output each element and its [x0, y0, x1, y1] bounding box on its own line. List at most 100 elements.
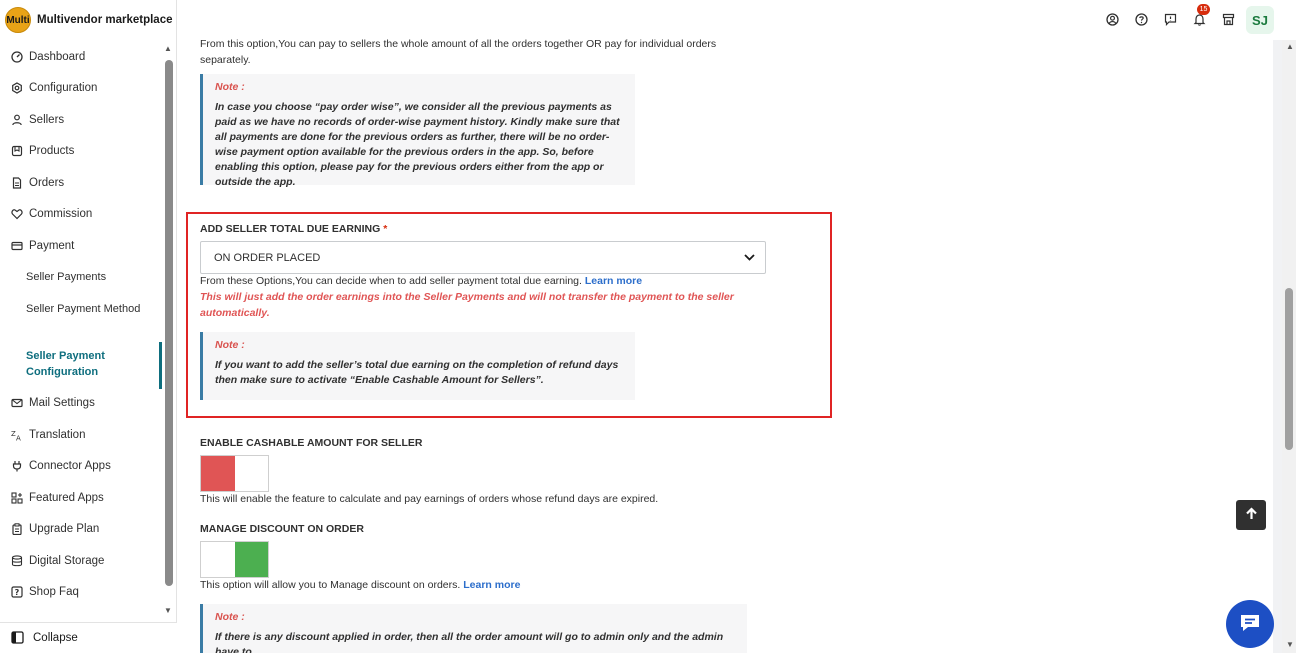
learn-more-link[interactable]: Learn more	[585, 275, 642, 287]
due-earning-help-text: From these Options,You can decide when t…	[200, 275, 582, 287]
discount-help-text: This option will allow you to Manage dis…	[200, 579, 461, 591]
sidebar-item-payment[interactable]: Payment	[10, 236, 74, 256]
brand-logo: Multi	[5, 7, 31, 33]
cashable-help: This will enable the feature to calculat…	[200, 493, 659, 505]
due-earning-select[interactable]: ON ORDER PLACED	[200, 241, 766, 274]
commission-icon	[10, 208, 23, 221]
svg-text:A: A	[16, 435, 21, 442]
account-icon[interactable]	[1104, 11, 1120, 27]
gear-icon	[10, 82, 23, 95]
sidebar-item-label: Connector Apps	[29, 460, 111, 472]
due-earning-selected-value: ON ORDER PLACED	[214, 251, 321, 264]
learn-more-link[interactable]: Learn more	[463, 579, 520, 591]
sidebar-item-label: Commission	[29, 208, 93, 220]
sidebar-item-shop-faq[interactable]: ? Shop Faq	[10, 582, 79, 602]
scroll-up-arrow-icon[interactable]: ▲	[164, 44, 172, 53]
sidebar-item-upgrade-plan[interactable]: Upgrade Plan	[10, 519, 99, 539]
brand[interactable]: Multi Multivendor marketplace	[0, 0, 177, 40]
payment-icon	[10, 240, 23, 253]
notification-badge: 15	[1197, 4, 1210, 15]
chat-icon	[1239, 613, 1261, 636]
brand-name: Multivendor marketplace	[37, 14, 173, 26]
faq-icon: ?	[10, 586, 23, 599]
due-earning-label-text: ADD SELLER TOTAL DUE EARNING	[200, 223, 381, 235]
discount-help: This option will allow you to Manage dis…	[200, 579, 520, 591]
apps-icon	[10, 492, 23, 505]
sidebar-nav: Dashboard Configuration Sellers Products…	[0, 42, 163, 622]
translation-icon: ZA	[10, 429, 23, 442]
sidebar-item-label: Digital Storage	[29, 555, 105, 567]
sidebar-scrollbar-thumb[interactable]	[165, 60, 173, 586]
note-title: Note :	[215, 81, 245, 93]
note-refund-days: Note : If you want to add the seller’s t…	[200, 332, 635, 400]
toggle-on-half	[234, 456, 268, 491]
chat-button[interactable]	[1226, 600, 1274, 648]
collapse-button[interactable]: Collapse	[0, 622, 177, 653]
sidebar-item-label: Payment	[29, 240, 75, 252]
note-text: In case you choose “pay order wise”, we …	[215, 101, 620, 188]
payment-mode-description: From this option,You can pay to sellers …	[200, 38, 717, 66]
svg-text:?: ?	[14, 588, 19, 597]
dashboard-icon	[10, 51, 23, 64]
note-text: If there is any discount applied in orde…	[215, 631, 724, 653]
scroll-down-arrow-icon[interactable]: ▼	[164, 606, 172, 615]
scroll-down-arrow-icon[interactable]: ▼	[1286, 640, 1294, 649]
due-earning-help: From these Options,You can decide when t…	[200, 275, 642, 287]
orders-icon	[10, 177, 23, 190]
scroll-to-top-button[interactable]	[1236, 500, 1266, 530]
sidebar-item-label: Shop Faq	[29, 586, 79, 598]
due-earning-label: ADD SELLER TOTAL DUE EARNING *	[200, 223, 387, 235]
sidebar-item-configuration[interactable]: Configuration	[10, 78, 97, 98]
sidebar-subitem-seller-payments[interactable]: Seller Payments	[26, 269, 146, 285]
sidebar-item-translation[interactable]: ZA Translation	[10, 425, 86, 445]
feedback-icon[interactable]	[1162, 11, 1178, 27]
sidebar-item-label: Translation	[29, 429, 86, 441]
sidebar-item-products[interactable]: Products	[10, 141, 74, 161]
note-discount: Note : If there is any discount applied …	[200, 604, 747, 653]
sidebar-item-commission[interactable]: Commission	[10, 204, 92, 224]
arrow-up-icon	[1245, 507, 1258, 523]
page-scrollbar-thumb[interactable]	[1285, 288, 1293, 450]
sidebar-item-dashboard[interactable]: Dashboard	[10, 47, 85, 67]
discount-toggle[interactable]	[200, 541, 269, 578]
scroll-up-arrow-icon[interactable]: ▲	[1286, 42, 1294, 51]
sidebar-item-label: Featured Apps	[29, 492, 104, 504]
due-earning-warning: This will just add the order earnings in…	[200, 291, 734, 319]
sidebar-item-connector-apps[interactable]: Connector Apps	[10, 456, 111, 476]
sidebar-item-label: Products	[29, 145, 75, 157]
store-icon[interactable]	[1220, 11, 1236, 27]
toggle-off-half	[201, 542, 235, 577]
note-text: If you want to add the seller’s total du…	[215, 359, 619, 386]
sidebar-item-mail-settings[interactable]: Mail Settings	[10, 393, 95, 413]
sidebar-item-featured-apps[interactable]: Featured Apps	[10, 488, 104, 508]
person-icon	[10, 114, 23, 127]
chevron-down-icon	[744, 252, 755, 264]
required-mark: *	[383, 223, 388, 235]
sidebar-item-label: Dashboard	[29, 51, 86, 63]
cashable-toggle[interactable]	[200, 455, 269, 492]
cashable-label: ENABLE CASHABLE AMOUNT FOR SELLER	[200, 437, 423, 449]
active-indicator	[159, 342, 162, 389]
topbar	[177, 0, 1296, 40]
help-icon[interactable]	[1133, 11, 1149, 27]
sidebar-item-label: Orders	[29, 177, 65, 189]
toggle-on-half	[234, 542, 268, 577]
sidebar-item-label: Configuration	[29, 82, 98, 94]
sidebar: Multi Multivendor marketplace Dashboard …	[0, 0, 177, 653]
sidebar-subitem-seller-payment-configuration[interactable]: Seller Payment Configuration	[26, 348, 146, 380]
collapse-label: Collapse	[33, 632, 78, 644]
sidebar-item-digital-storage[interactable]: Digital Storage	[10, 551, 104, 571]
sidebar-item-label: Sellers	[29, 114, 65, 126]
sidebar-item-sellers[interactable]: Sellers	[10, 110, 64, 130]
sidebar-item-label: Upgrade Plan	[29, 523, 100, 535]
sidebar-subitem-seller-payment-method[interactable]: Seller Payment Method	[26, 301, 146, 317]
collapse-icon	[11, 631, 25, 645]
note-pay-order-wise: Note : In case you choose “pay order wis…	[200, 74, 635, 188]
avatar[interactable]: SJ	[1246, 6, 1274, 34]
mail-icon	[10, 397, 23, 410]
sidebar-item-orders[interactable]: Orders	[10, 173, 64, 193]
note-title: Note :	[215, 339, 245, 351]
sidebar-item-label: Mail Settings	[29, 397, 95, 409]
product-icon	[10, 145, 23, 158]
toggle-off-half	[201, 456, 235, 491]
